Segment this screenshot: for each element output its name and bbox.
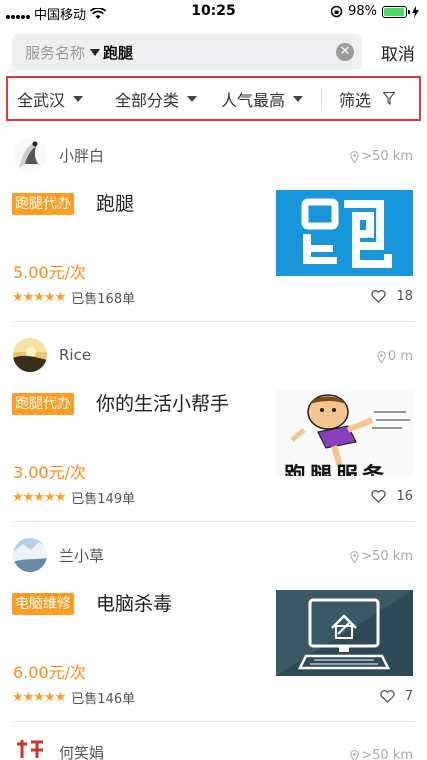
provider-name[interactable]: Rice (59, 346, 91, 364)
battery-icon (382, 5, 410, 18)
filter-button[interactable]: 筛选 (339, 78, 396, 119)
location-pin-icon (350, 150, 359, 163)
service-title[interactable]: 电脑杀毒 (96, 589, 172, 616)
like-count: 18 (396, 289, 413, 304)
like-button[interactable]: 7 (380, 689, 413, 704)
like-count: 16 (396, 489, 413, 504)
distance-info: >50 km (350, 149, 413, 164)
service-image[interactable] (276, 190, 413, 276)
heart-icon[interactable] (380, 690, 395, 703)
avatar[interactable] (13, 538, 47, 572)
provider-name[interactable]: 兰小草 (59, 545, 104, 566)
location-pin-icon (377, 350, 386, 363)
distance-label: >50 km (361, 149, 413, 164)
clear-icon[interactable]: ✕ (336, 43, 354, 61)
list-item[interactable]: Rice 0 m 跑腿代办 你的生活小帮手 3.00元/次 ★★★★★ 已售14… (0, 322, 427, 522)
avatar[interactable] (13, 738, 47, 760)
search-row: 服务名称 跑腿 ✕ 取消 (0, 34, 427, 74)
filter-divider (321, 87, 322, 110)
filter-sort-label: 人气最高 (221, 90, 286, 110)
sold-count: 已售146单 (71, 692, 136, 707)
like-button[interactable]: 16 (371, 489, 413, 504)
like-count: 7 (404, 689, 413, 704)
distance-info: >50 km (350, 748, 413, 760)
status-right: 98% (330, 4, 419, 19)
caret-down-icon[interactable] (90, 48, 101, 56)
category-tag: 跑腿代办 (12, 193, 74, 215)
category-tag: 电脑维修 (12, 593, 74, 615)
provider-info[interactable]: 小胖白 (13, 138, 104, 172)
rating-row: ★★★★★ 已售146单 (12, 688, 135, 707)
filter-region[interactable]: 全武汉 (17, 78, 99, 119)
filter-bar: 全武汉 全部分类 人气最高 筛选 (6, 76, 421, 121)
caret-down-icon (73, 95, 84, 102)
cancel-button[interactable]: 取消 (381, 40, 415, 65)
provider-name[interactable]: 何笑娟 (59, 742, 104, 760)
provider-name[interactable]: 小胖白 (59, 145, 104, 166)
service-price: 6.00元/次 (13, 663, 87, 682)
list-item[interactable]: 小胖白 >50 km 跑腿代办 跑腿 5.00元/次 ★★★★★ 已售168单 … (0, 122, 427, 322)
distance-label: >50 km (361, 549, 413, 564)
avatar[interactable] (13, 138, 47, 172)
distance-info: 0 m (377, 349, 413, 364)
search-query[interactable]: 跑腿 (103, 42, 133, 63)
service-image[interactable] (276, 590, 413, 676)
star-rating-icon: ★★★★★ (12, 690, 66, 705)
service-price: 3.00元/次 (13, 463, 87, 482)
service-title[interactable]: 你的生活小帮手 (96, 389, 229, 416)
rating-row: ★★★★★ 已售168单 (12, 288, 135, 307)
like-button[interactable]: 18 (371, 289, 413, 304)
search-input[interactable]: 服务名称 跑腿 ✕ (12, 34, 362, 70)
list-item[interactable]: 何笑娟 >50 km (0, 722, 427, 760)
filter-category[interactable]: 全部分类 (115, 78, 211, 119)
caret-down-icon (187, 95, 198, 102)
heart-icon[interactable] (371, 490, 387, 503)
category-tag: 跑腿代办 (12, 393, 74, 415)
sold-count: 已售149单 (71, 492, 136, 507)
heart-icon[interactable] (371, 290, 387, 303)
list-item[interactable]: 兰小草 >50 km 电脑维修 电脑杀毒 6.00元/次 ★★★★★ 已售146… (0, 522, 427, 722)
distance-info: >50 km (350, 549, 413, 564)
location-pin-icon (350, 749, 359, 760)
service-title[interactable]: 跑腿 (96, 189, 134, 216)
funnel-icon (383, 92, 396, 105)
service-image[interactable]: 跑腿服务 (276, 390, 413, 476)
sold-count: 已售168单 (71, 292, 136, 307)
provider-info[interactable]: 兰小草 (13, 538, 104, 572)
service-price: 5.00元/次 (13, 263, 87, 282)
service-image-caption: 跑腿服务 (284, 458, 388, 476)
provider-info[interactable]: Rice (13, 338, 91, 372)
star-rating-icon: ★★★★★ (12, 290, 66, 305)
filter-sort[interactable]: 人气最高 (221, 78, 311, 119)
caret-down-icon (293, 95, 304, 102)
star-rating-icon: ★★★★★ (12, 490, 66, 505)
orientation-lock-icon (330, 5, 343, 18)
rating-row: ★★★★★ 已售149单 (12, 488, 135, 507)
distance-label: 0 m (387, 349, 413, 364)
filter-category-label: 全部分类 (115, 90, 180, 110)
location-pin-icon (350, 550, 359, 563)
filter-region-label: 全武汉 (17, 90, 66, 110)
search-type-selector[interactable]: 服务名称 (25, 42, 85, 63)
service-list: 小胖白 >50 km 跑腿代办 跑腿 5.00元/次 ★★★★★ 已售168单 … (0, 122, 427, 722)
avatar[interactable] (13, 338, 47, 372)
status-bar: 中国移动 10:25 98% (0, 0, 427, 24)
charging-icon (412, 5, 419, 18)
distance-label: >50 km (361, 748, 413, 760)
filter-label: 筛选 (339, 90, 372, 110)
battery-percent: 98% (348, 4, 377, 19)
